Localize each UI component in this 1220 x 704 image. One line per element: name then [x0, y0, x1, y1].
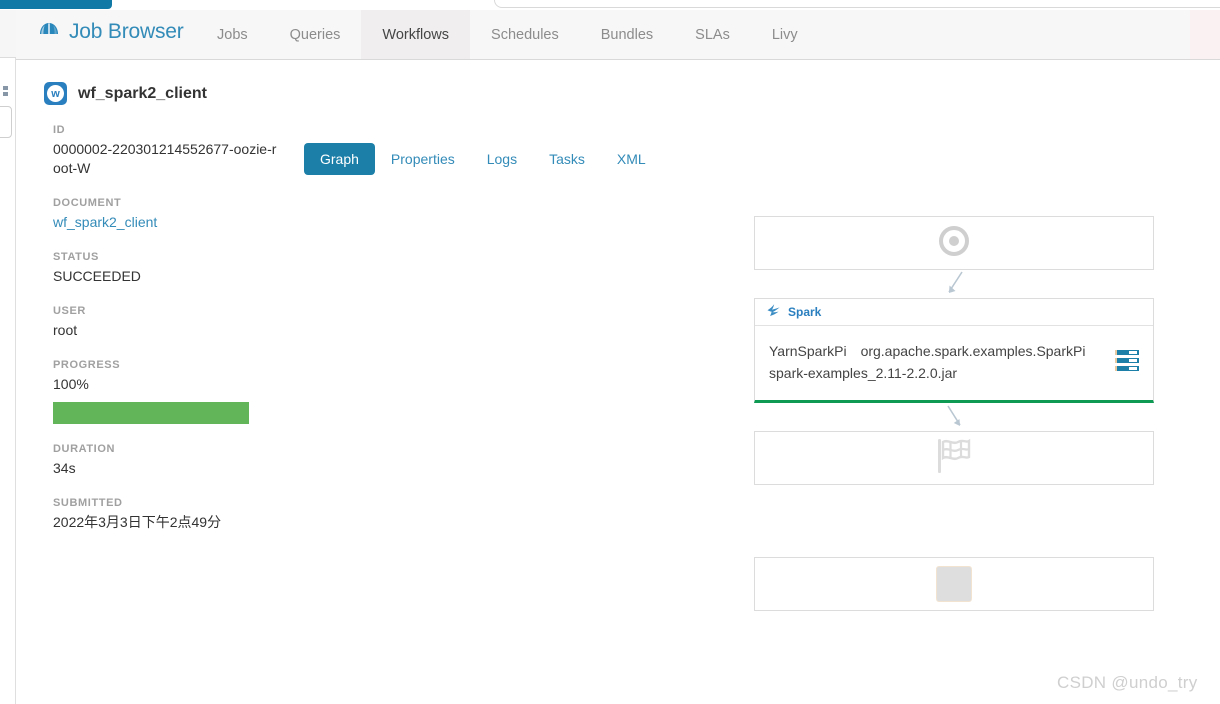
graph-node-end[interactable]: [754, 431, 1154, 485]
start-target-icon: [937, 224, 971, 263]
detail-value-progress: 100%: [53, 376, 89, 392]
detail-label-document: DOCUMENT: [53, 197, 122, 209]
hue-logo-icon: [38, 21, 60, 43]
nav-tab-workflows[interactable]: Workflows: [361, 10, 471, 59]
detail-label-duration: DURATION: [53, 443, 116, 455]
spark-logo-icon: [766, 303, 781, 322]
detail-value-user: root: [53, 322, 78, 338]
detail-label-progress: PROGRESS: [53, 359, 121, 371]
sidebar-search-box-fragment[interactable]: [0, 106, 12, 138]
tab-logs[interactable]: Logs: [471, 143, 533, 175]
workflow-badge-icon: w: [44, 82, 67, 105]
logs-list-icon[interactable]: [1115, 350, 1139, 371]
tab-tasks[interactable]: Tasks: [533, 143, 601, 175]
kill-square-icon: [936, 566, 972, 602]
graph-node-kill[interactable]: [754, 557, 1154, 611]
detail-value-document[interactable]: wf_spark2_client: [53, 213, 283, 232]
detail-value-id: 0000002-220301214552677-oozie-root-W: [53, 141, 277, 176]
detail-label-user: USER: [53, 305, 86, 317]
detail-label-submitted: SUBMITTED: [53, 497, 123, 509]
spark-node-body: YarnSparkPi org.apache.spark.examples.Spa…: [755, 326, 1153, 400]
workflow-badge-letter: w: [51, 87, 60, 100]
spark-action-name: YarnSparkPi: [769, 343, 847, 359]
graph-arrow-spark-to-end: [754, 403, 1154, 431]
tab-graph[interactable]: Graph: [304, 143, 375, 175]
nav-tab-livy[interactable]: Livy: [751, 10, 819, 59]
navbar-tabs: Jobs Queries Workflows Schedules Bundles…: [196, 10, 819, 59]
left-sidebar-rail-header: [0, 10, 16, 58]
graph-node-spark-action[interactable]: Spark YarnSparkPi org.apache.spark.exampl…: [754, 298, 1154, 403]
graph-arrow-start-to-spark: [754, 270, 1154, 298]
nav-tab-bundles[interactable]: Bundles: [580, 10, 674, 59]
progress-bar: [53, 402, 249, 424]
workflow-details-panel: ID 0000002-220301214552677-oozie-root-W …: [53, 124, 283, 532]
page-root: Job Browser Jobs Queries Workflows Sched…: [0, 0, 1220, 704]
graph-gap: [754, 485, 1154, 557]
tab-properties[interactable]: Properties: [375, 143, 471, 175]
spark-node-header: Spark: [755, 299, 1153, 326]
content-tabs: Graph Properties Logs Tasks XML: [304, 143, 662, 175]
spark-main-class: org.apache.spark.examples.SparkPi: [860, 343, 1086, 359]
detail-label-id: ID: [53, 124, 66, 136]
navbar-right-strip: [1190, 10, 1220, 59]
detail-value-submitted: 2022年3月3日下午2点49分: [53, 514, 222, 530]
left-sidebar-rail: [0, 10, 16, 704]
browser-chrome-strip: [0, 0, 1220, 10]
top-navbar: Job Browser Jobs Queries Workflows Sched…: [16, 10, 1220, 60]
detail-value-status: SUCCEEDED: [53, 268, 141, 284]
spark-node-type-label: Spark: [788, 305, 822, 319]
page-title: wf_spark2_client: [78, 84, 207, 102]
brand[interactable]: Job Browser: [38, 20, 184, 44]
spark-jar: spark-examples_2.11-2.2.0.jar: [769, 365, 958, 381]
checkered-flag-icon: [935, 436, 973, 481]
watermark: CSDN @undo_try: [1057, 673, 1198, 692]
browser-tab-fragment[interactable]: [0, 0, 112, 9]
nav-tab-schedules[interactable]: Schedules: [470, 10, 580, 59]
sidebar-collapsed-icon[interactable]: [3, 86, 12, 97]
detail-value-duration: 34s: [53, 460, 76, 476]
nav-tab-slas[interactable]: SLAs: [674, 10, 751, 59]
browser-urlbar-fragment[interactable]: [494, 0, 1220, 8]
brand-title: Job Browser: [69, 20, 184, 43]
nav-tab-jobs[interactable]: Jobs: [196, 10, 269, 59]
nav-tab-queries[interactable]: Queries: [269, 10, 362, 59]
workflow-graph: Spark YarnSparkPi org.apache.spark.exampl…: [754, 216, 1154, 611]
tab-xml[interactable]: XML: [601, 143, 662, 175]
graph-node-start[interactable]: [754, 216, 1154, 270]
detail-label-status: STATUS: [53, 251, 99, 263]
workflow-heading: w wf_spark2_client: [44, 82, 207, 105]
